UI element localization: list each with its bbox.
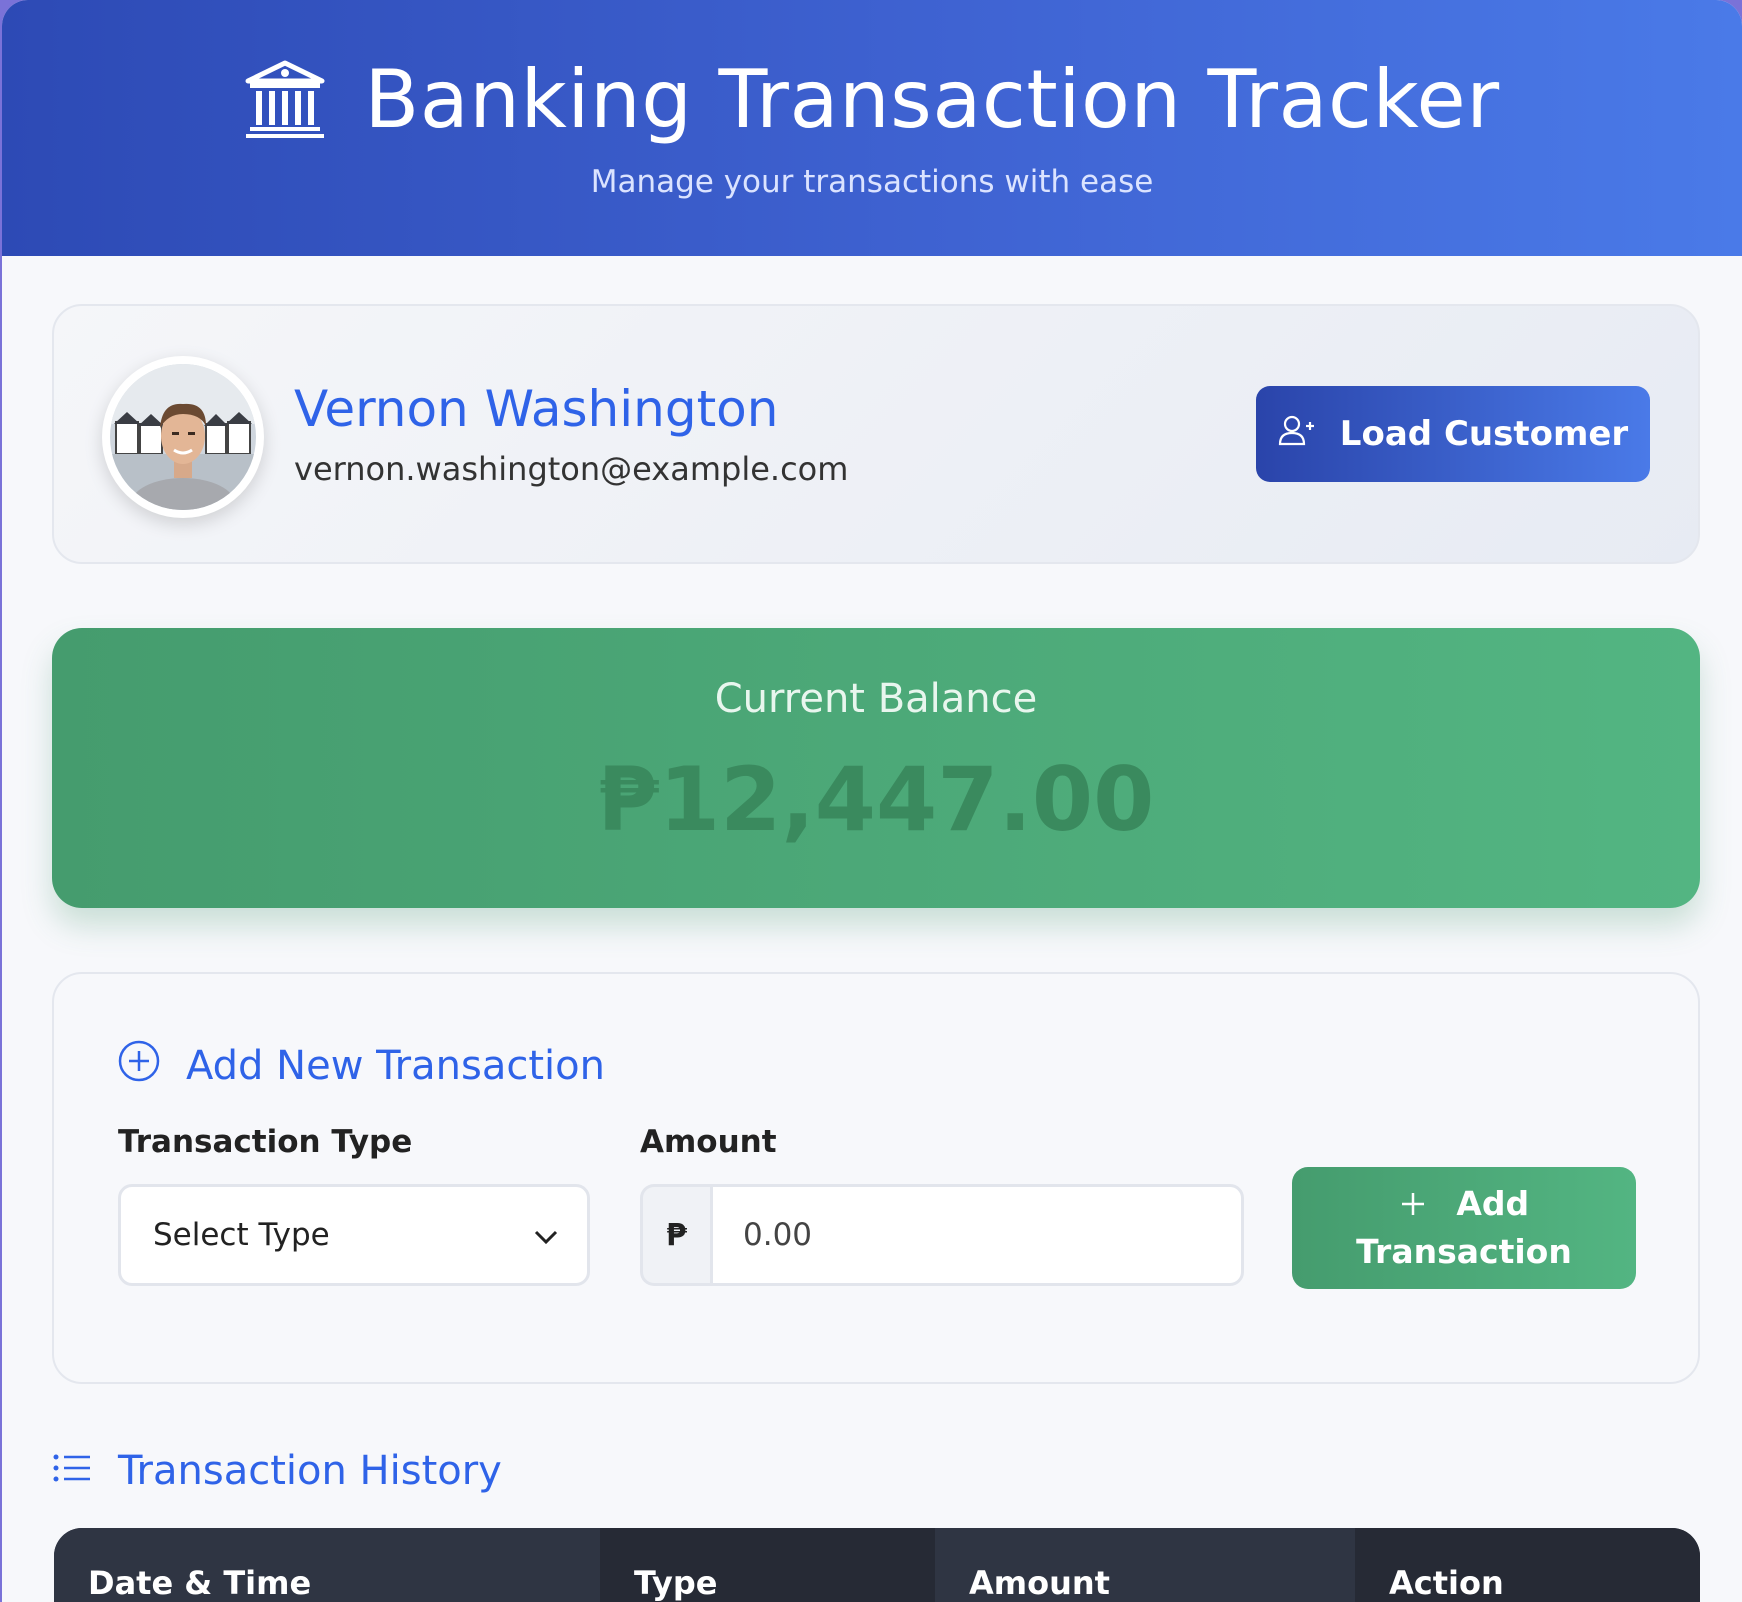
transaction-type-label: Transaction Type <box>118 1124 413 1160</box>
page-subtitle: Manage your transactions with ease <box>590 164 1154 200</box>
page-header: Banking Transaction Tracker Manage your … <box>2 0 1742 256</box>
column-header-date-time: Date & Time <box>54 1528 600 1602</box>
column-header-type: Type <box>600 1528 935 1602</box>
amount-input-group: ₱ <box>640 1184 1244 1286</box>
currency-symbol: ₱ <box>640 1184 710 1286</box>
transaction-type-select[interactable]: Select Type <box>118 1184 590 1286</box>
app-window: Banking Transaction Tracker Manage your … <box>2 0 1742 1602</box>
plus-circle-icon <box>118 1040 160 1092</box>
add-button-label-line1: Add <box>1456 1184 1530 1223</box>
balance-card: Current Balance ₱12,447.00 <box>52 628 1700 908</box>
title-row: Banking Transaction Tracker <box>2 52 1742 148</box>
amount-input[interactable] <box>710 1184 1244 1286</box>
customer-name: Vernon Washington <box>294 380 779 438</box>
bank-icon <box>244 59 326 141</box>
add-transaction-button[interactable]: Add Transaction <box>1292 1167 1636 1289</box>
transaction-table-header: Date & Time Type Amount Action <box>54 1528 1700 1602</box>
chevron-down-icon <box>533 1217 559 1253</box>
list-icon <box>52 1448 92 1494</box>
history-title: Transaction History <box>52 1448 502 1494</box>
customer-email: vernon.washington@example.com <box>294 450 849 488</box>
load-customer-button[interactable]: Load Customer <box>1256 386 1650 482</box>
balance-amount: ₱12,447.00 <box>597 748 1155 851</box>
add-button-label-line2: Transaction <box>1356 1232 1572 1271</box>
page-title: Banking Transaction Tracker <box>364 53 1500 146</box>
form-title: Add New Transaction <box>118 1040 605 1092</box>
avatar <box>102 356 264 518</box>
customer-card: Vernon Washington vernon.washington@exam… <box>52 304 1700 564</box>
transaction-type-value: Select Type <box>153 1217 330 1253</box>
history-title-label: Transaction History <box>118 1448 502 1494</box>
add-user-icon <box>1278 414 1314 455</box>
plus-icon <box>1399 1184 1457 1223</box>
avatar-photo <box>110 364 256 510</box>
form-title-label: Add New Transaction <box>186 1043 605 1089</box>
column-header-action: Action <box>1355 1528 1700 1602</box>
transaction-form-card: Add New Transaction Transaction Type Amo… <box>52 972 1700 1384</box>
amount-label: Amount <box>640 1124 777 1160</box>
balance-label: Current Balance <box>714 676 1038 722</box>
load-customer-label: Load Customer <box>1339 414 1629 454</box>
column-header-amount: Amount <box>935 1528 1355 1602</box>
